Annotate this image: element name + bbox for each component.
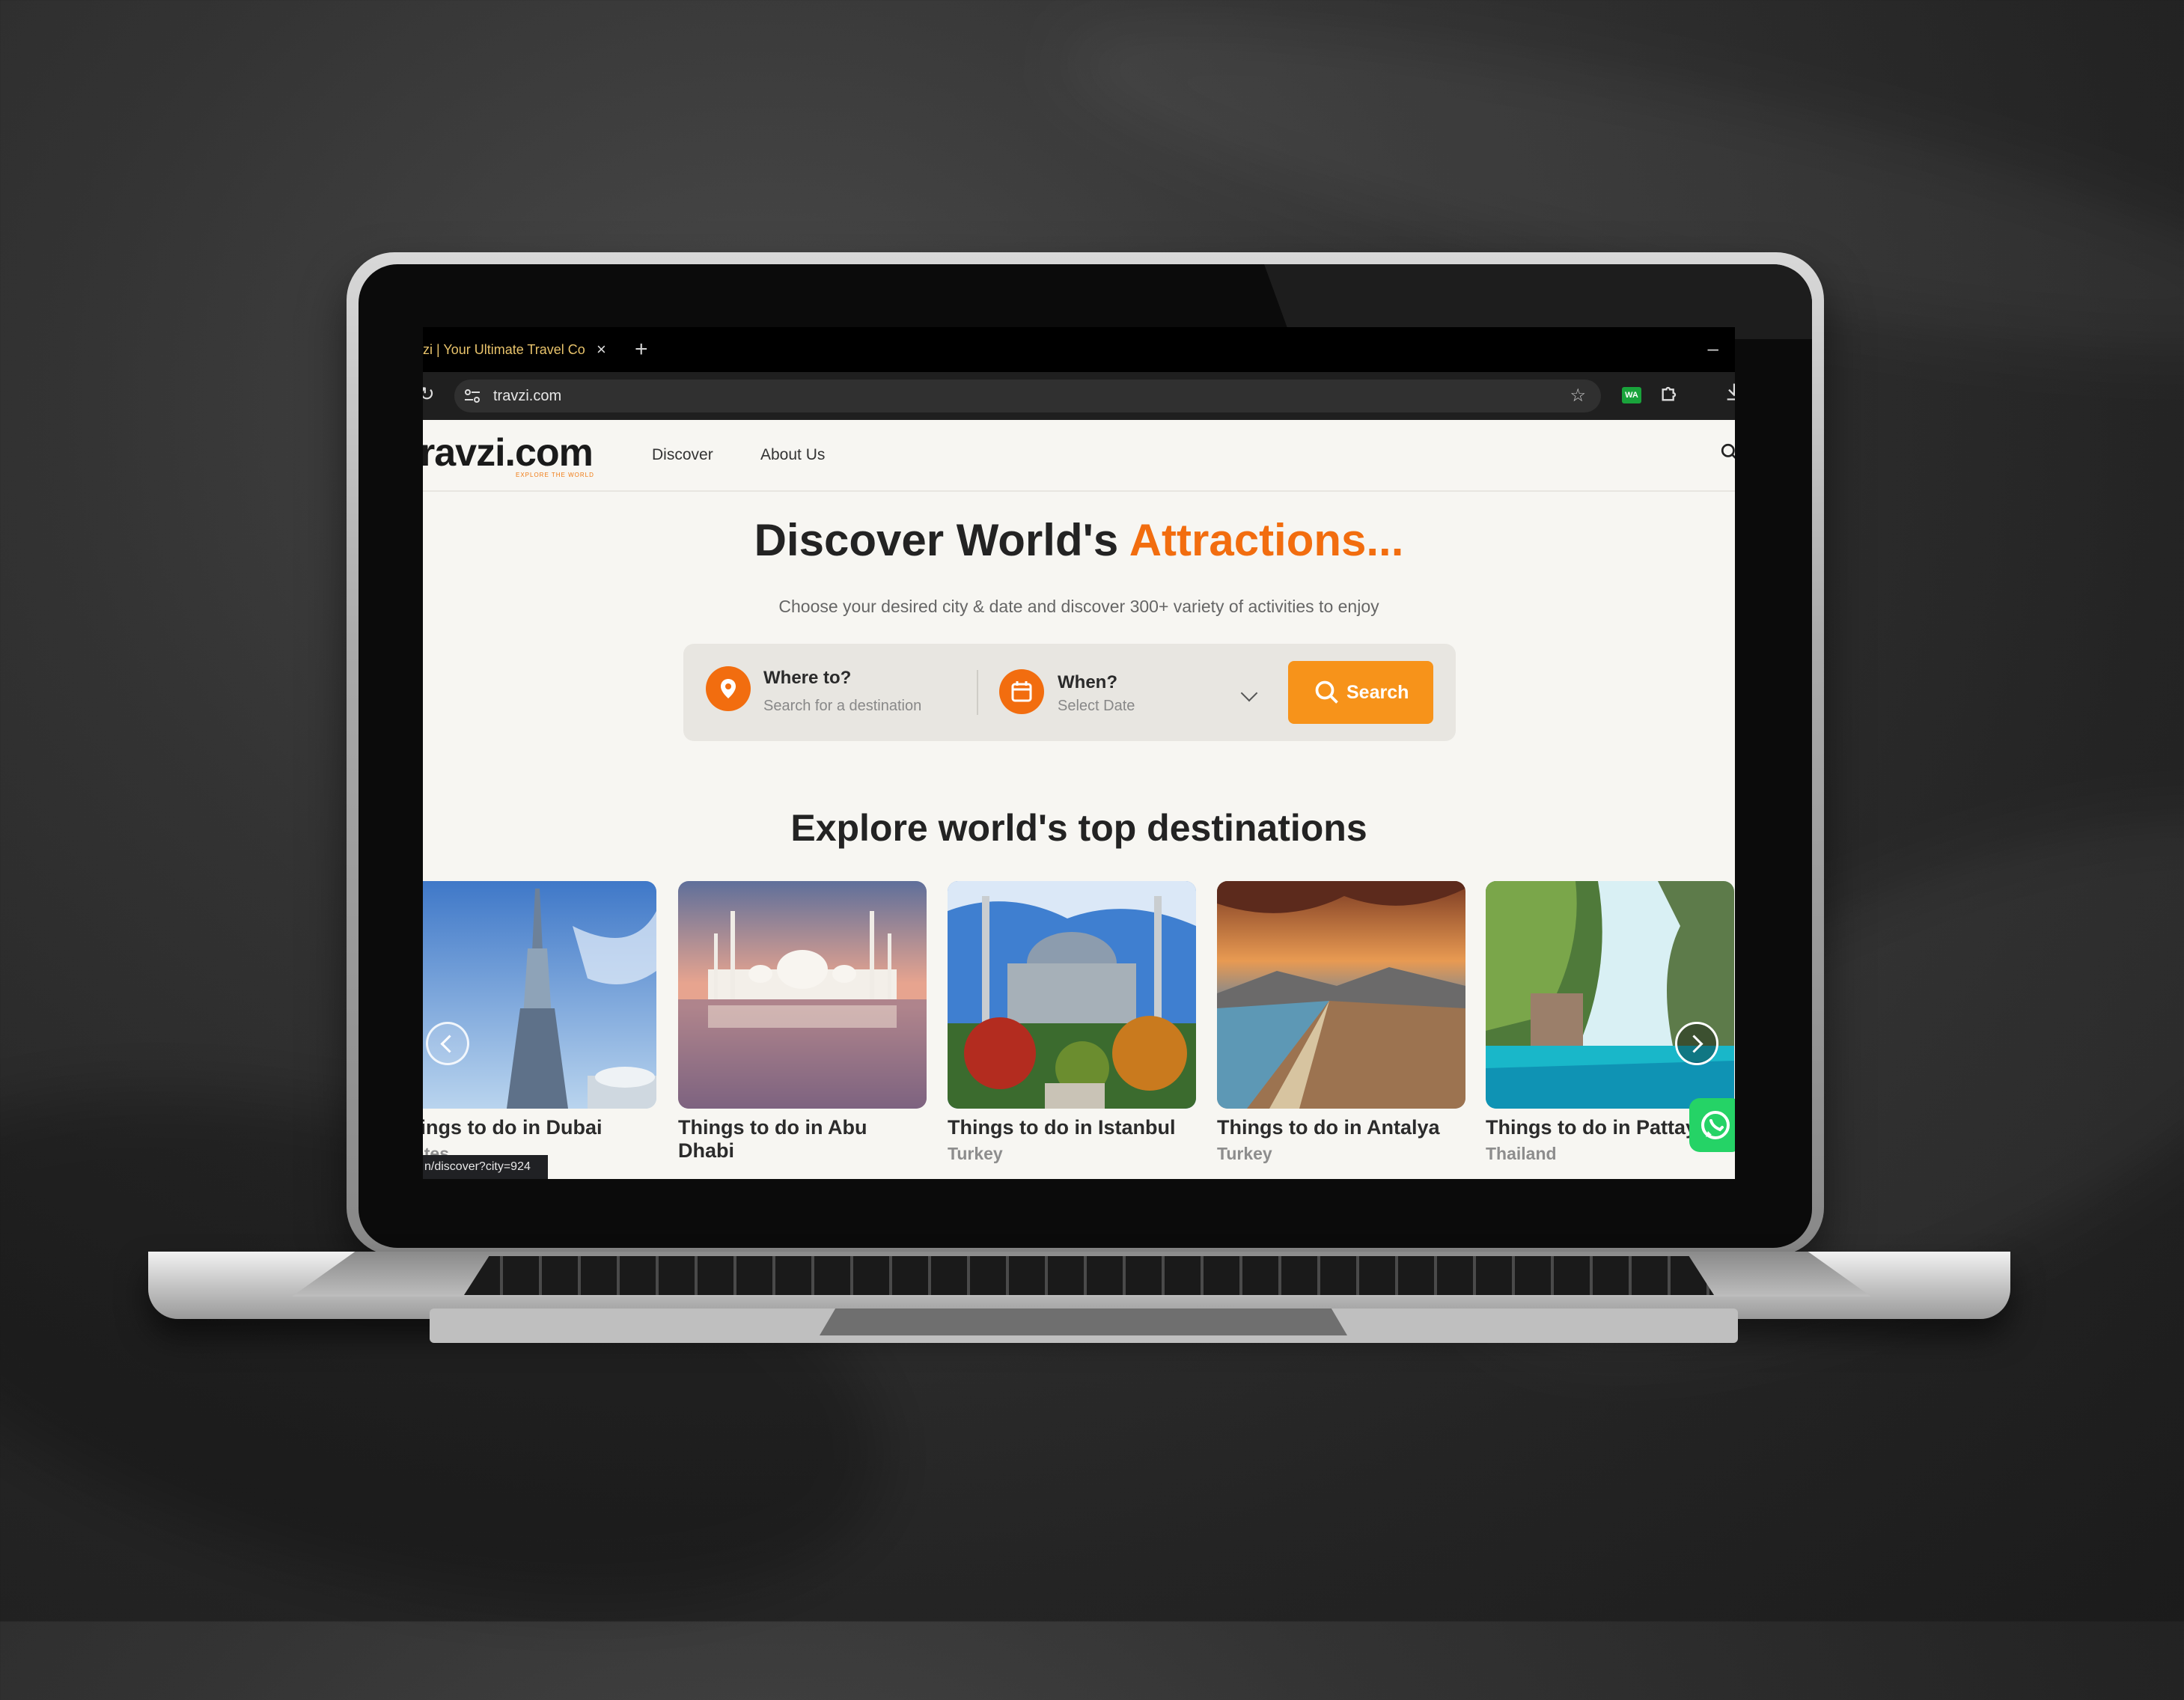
search-divider: [977, 670, 978, 715]
card-caption: hings to do in Dubai: [423, 1116, 603, 1139]
site-logo[interactable]: ravzi.com: [423, 430, 594, 475]
site-header: ravzi.com EXPLORE THE WORLD Discover Abo…: [423, 420, 1735, 492]
hero-title-accent: Attractions...: [1129, 515, 1404, 565]
search-button-label: Search: [1346, 682, 1409, 703]
abu-dhabi-image: [678, 881, 927, 1109]
destination-card-abu-dhabi[interactable]: Things to do in Abu Dhabi: [678, 881, 927, 1163]
active-tab[interactable]: zi | Your Ultimate Travel Co ×: [423, 327, 617, 372]
address-bar[interactable]: travzi.com ☆: [454, 380, 1601, 412]
destination-input[interactable]: Search for a destination: [763, 698, 921, 715]
reload-icon[interactable]: ↻: [423, 383, 435, 406]
carousel-prev-chevron-left-icon[interactable]: [426, 1022, 469, 1065]
dubai-image: [423, 881, 656, 1109]
chevron-down-icon[interactable]: [1240, 684, 1258, 702]
search-widget: Where to? Search for a destination When?…: [683, 644, 1456, 741]
hero-subtitle: Choose your desired city & date and disc…: [778, 597, 1379, 616]
tab-close-icon[interactable]: ×: [597, 327, 606, 372]
antalya-image: [1217, 881, 1465, 1109]
hero-title: Discover World's Attractions...: [423, 514, 1735, 566]
carousel-next-chevron-right-icon[interactable]: [1675, 1022, 1718, 1065]
new-tab-button[interactable]: +: [635, 327, 648, 372]
search-icon[interactable]: [1720, 442, 1735, 462]
when-label: When?: [1058, 672, 1117, 692]
tab-bar: zi | Your Ultimate Travel Co × + –: [423, 327, 1735, 372]
trackpad: [820, 1308, 1347, 1335]
nav-link-discover[interactable]: Discover: [652, 420, 713, 490]
keyboard: [464, 1256, 1714, 1295]
logo-tagline: EXPLORE THE WORLD: [516, 472, 594, 478]
address-toolbar: ↻ travzi.com ☆ WA: [423, 372, 1735, 420]
destination-card-istanbul[interactable]: Things to do in Istanbul Turkey: [948, 881, 1196, 1164]
destination-card-antalya[interactable]: Things to do in Antalya Turkey: [1217, 881, 1465, 1164]
card-country: Turkey: [1217, 1144, 1272, 1163]
site-info-icon[interactable]: [463, 387, 481, 405]
search-button[interactable]: Search: [1288, 661, 1433, 724]
destinations-title: Explore world's top destinations: [790, 807, 1367, 849]
where-label: Where to?: [763, 668, 852, 688]
minimize-button[interactable]: –: [1708, 327, 1718, 369]
istanbul-image: [948, 881, 1196, 1109]
download-icon[interactable]: [1724, 381, 1735, 402]
destination-card-dubai[interactable]: hings to do in Dubai rates: [423, 881, 656, 1164]
browser-screen: zi | Your Ultimate Travel Co × + – ↻ tra…: [423, 327, 1735, 1179]
hero-title-main: Discover World's: [754, 515, 1119, 565]
tab-title: zi | Your Ultimate Travel Co: [423, 342, 585, 357]
puzzle-icon[interactable]: [1659, 383, 1680, 403]
pattaya-image: [1486, 881, 1734, 1109]
search-button-icon: [1315, 680, 1338, 704]
status-bar-url: n/discover?city=924: [423, 1155, 548, 1179]
card-caption: Things to do in Istanbul: [948, 1116, 1176, 1139]
nav-link-about-us[interactable]: About Us: [760, 420, 825, 490]
whatsapp-icon[interactable]: [1689, 1098, 1735, 1152]
card-caption: Things to do in Abu Dhabi: [678, 1116, 867, 1162]
extension-whatsapp-icon[interactable]: WA: [1622, 387, 1641, 403]
calendar-icon: [999, 669, 1044, 714]
url-text[interactable]: travzi.com: [493, 380, 561, 412]
star-icon[interactable]: ☆: [1570, 380, 1586, 412]
location-pin-icon: [706, 666, 751, 711]
card-country: Turkey: [948, 1144, 1003, 1163]
card-caption: Things to do in Antalya: [1217, 1116, 1440, 1139]
date-picker-field[interactable]: Select Date: [1058, 698, 1135, 715]
